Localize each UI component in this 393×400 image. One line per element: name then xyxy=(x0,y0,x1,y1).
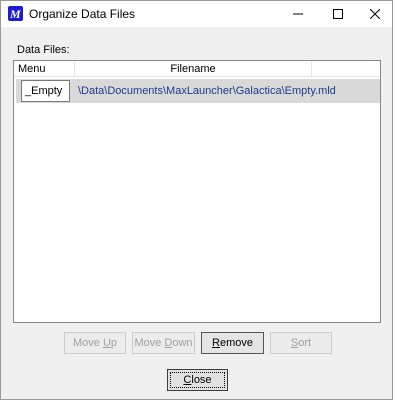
close-window-button[interactable] xyxy=(358,1,392,27)
title-bar[interactable]: M Organize Data Files xyxy=(1,1,392,27)
maximize-button[interactable] xyxy=(321,1,355,27)
close-button[interactable]: Close xyxy=(167,369,228,391)
minimize-button[interactable] xyxy=(281,1,315,27)
maximize-icon xyxy=(333,9,343,19)
list-item[interactable]: _Empty \Data\Documents\MaxLauncher\Galac… xyxy=(16,79,380,103)
window-title: Organize Data Files xyxy=(29,7,136,21)
sort-button[interactable]: Sort xyxy=(270,332,332,354)
move-up-button[interactable]: Move Up xyxy=(64,332,126,354)
filename-cell: \Data\Documents\MaxLauncher\Galactica\Em… xyxy=(78,85,336,97)
list-header: Menu Name Filename xyxy=(14,61,380,91)
focus-rectangle: Close xyxy=(170,372,225,388)
data-files-list[interactable]: Menu Name Filename _Empty \Data\Document… xyxy=(13,60,381,323)
minimize-icon xyxy=(293,13,303,15)
column-header-filename[interactable]: Filename xyxy=(75,61,312,77)
app-logo-icon: M xyxy=(8,6,23,21)
close-icon xyxy=(370,9,380,19)
remove-button[interactable]: Remove xyxy=(201,332,264,354)
menu-name-edit-field[interactable]: _Empty xyxy=(21,80,70,102)
data-files-label: Data Files: xyxy=(17,44,70,56)
move-down-button[interactable]: Move Down xyxy=(132,332,195,354)
column-header-menu-name[interactable]: Menu Name xyxy=(14,61,75,91)
organize-data-files-window: M Organize Data Files Data Files: Menu N… xyxy=(0,0,393,400)
svg-text:M: M xyxy=(9,7,21,21)
